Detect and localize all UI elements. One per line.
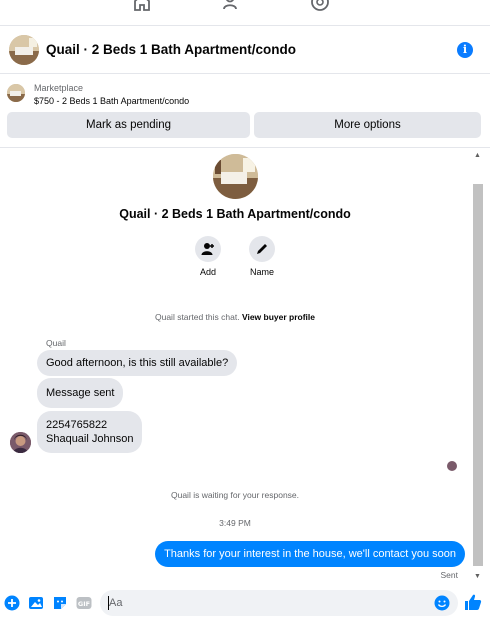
name-label: Name [249, 267, 274, 277]
home-icon[interactable] [132, 0, 152, 12]
thumbs-up-icon[interactable] [464, 593, 482, 611]
listing-price-line[interactable]: $750 - 2 Beds 1 Bath Apartment/condo [34, 96, 189, 106]
message-timestamp: 3:49 PM [219, 518, 251, 528]
chat-started-text: Quail started this chat. [154, 312, 240, 322]
sticker-icon[interactable] [52, 595, 68, 611]
mark-as-pending-button[interactable]: Mark as pending [7, 112, 250, 138]
gif-icon[interactable]: GIF [76, 595, 92, 611]
chat-thread[interactable]: Quail · 2 Beds 1 Bath Apartment/condo Ad… [0, 148, 490, 586]
message-input-placeholder: Aa [109, 597, 123, 609]
sent-message-bubble[interactable]: Thanks for your interest in the house, w… [155, 541, 465, 567]
message-input[interactable]: Aa [100, 590, 458, 616]
seen-avatar [447, 461, 457, 471]
scroll-thumb[interactable] [473, 184, 483, 566]
message-composer: GIF Aa [0, 586, 490, 625]
emoji-icon[interactable] [434, 595, 450, 611]
marketplace-label: Marketplace [34, 83, 84, 93]
sent-status: Sent [440, 570, 459, 580]
marketplace-bar: Marketplace $750 - 2 Beds 1 Bath Apartme… [0, 74, 490, 148]
top-nav [0, 0, 490, 26]
contact-message-bubble[interactable]: 2254765822 Shaquail Johnson [37, 411, 143, 453]
message-bubble[interactable]: Good afternoon, is this still available? [37, 350, 238, 376]
listing-avatar[interactable] [9, 35, 39, 65]
name-action[interactable]: Name [242, 236, 282, 277]
scroll-up-arrow[interactable]: ▲ [474, 152, 481, 159]
add-label: Add [199, 267, 216, 277]
chat-title: Quail · 2 Beds 1 Bath Apartment/condo [119, 207, 351, 221]
conversation-header: Quail · 2 Beds 1 Bath Apartment/condo i [0, 26, 490, 74]
svg-text:GIF: GIF [78, 600, 90, 608]
phone-number: 2254765822 [46, 419, 108, 431]
view-buyer-profile-link[interactable]: View buyer profile [242, 312, 315, 322]
buyer-avatar[interactable] [10, 432, 31, 453]
scroll-down-arrow[interactable]: ▼ [474, 573, 481, 580]
groups-icon[interactable] [310, 0, 330, 12]
chat-started-notice: Quail started this chat. View buyer prof… [0, 312, 470, 322]
waiting-notice: Quail is waiting for your response. [170, 490, 300, 500]
chat-listing-image [213, 154, 258, 199]
contact-name: Shaquail Johnson [46, 433, 134, 445]
more-options-button[interactable]: More options [254, 112, 481, 138]
listing-thumbnail[interactable] [7, 84, 25, 102]
message-bubble[interactable]: Message sent [37, 378, 124, 408]
pencil-icon [257, 244, 267, 254]
add-person-icon [201, 243, 214, 255]
sender-name: Quail [46, 338, 66, 348]
people-icon[interactable] [222, 0, 242, 12]
plus-icon[interactable] [4, 595, 20, 611]
chat-scrollbar[interactable]: ▲ ▼ [472, 148, 484, 586]
info-icon[interactable]: i [457, 42, 473, 58]
conversation-title[interactable]: Quail · 2 Beds 1 Bath Apartment/condo [46, 42, 296, 57]
add-action[interactable]: Add [188, 236, 228, 277]
image-icon[interactable] [28, 595, 44, 611]
